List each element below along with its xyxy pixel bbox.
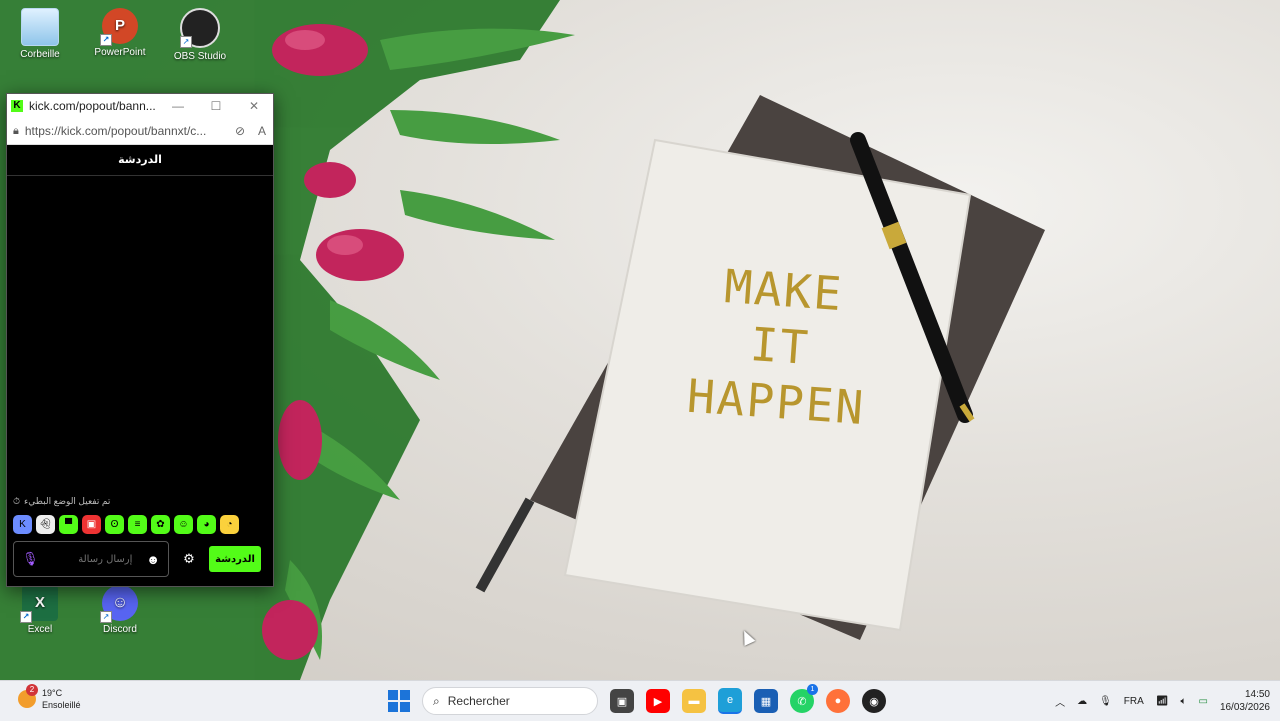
desktop-icon-excel[interactable]: X ↗ Excel [4, 585, 76, 635]
excel-icon: X ↗ [20, 585, 58, 623]
clock-time: 14:50 [1244, 689, 1270, 700]
desktop-icon-label: OBS Studio [173, 51, 227, 62]
smile-emote-icon[interactable]: ☺ [174, 515, 193, 534]
chat-input-bar: 🎙︎ ☻ ⚙ الدردشة [13, 540, 267, 578]
chat-messages-area[interactable] [7, 175, 273, 495]
taskbar-center: ⌕ Rechercher ▣ ▶ ▬ e ▦ ✆ 1 ● ◉ [388, 681, 886, 721]
ghost-emote-icon[interactable]: 👻︎ [36, 515, 55, 534]
obs-icon: ↗ [180, 8, 220, 48]
kick-emote-icon[interactable]: K [13, 515, 32, 534]
url-text[interactable]: https://kick.com/popout/bannxt/c... [25, 124, 229, 138]
whatsapp-icon[interactable]: ✆ 1 [790, 684, 818, 713]
powerpoint-icon: P ↗ [100, 8, 138, 46]
desktop-icon-label: Corbeille [20, 49, 60, 60]
windows-logo-icon [388, 690, 398, 700]
green-emote-icon[interactable]: ≡ [128, 515, 147, 534]
maximize-button[interactable]: ☐ [197, 99, 235, 113]
search-icon: ⌕ [433, 693, 440, 708]
microsoft-store-icon[interactable]: ▦ [754, 689, 778, 713]
shortcut-arrow-icon: ↗ [100, 611, 112, 623]
chat-header-title: الدردشة [7, 145, 273, 176]
message-input-container[interactable]: 🎙︎ ☻ [13, 541, 169, 577]
slow-mode-text: تم تفعيل الوضع البطيء [24, 496, 111, 506]
green-emote-icon[interactable]: ◕ [197, 515, 216, 534]
emote-bar: K 👻︎ ▀ ▣ ʘ ≡ ✿ ☺ ◕ ◔ [13, 515, 239, 534]
address-bar[interactable]: 🔒︎ https://kick.com/popout/bannxt/c... ⊘… [7, 118, 273, 145]
firefox-icon[interactable]: ● [826, 689, 850, 713]
windows-logo-icon [400, 690, 410, 700]
shortcut-arrow-icon: ↗ [100, 34, 112, 46]
volume-icon[interactable]: 🔈︎ [1180, 696, 1186, 707]
slow-mode-icon: ⏱ [13, 496, 21, 506]
clock[interactable]: 14:50 16/03/2026 [1220, 688, 1270, 714]
green-emote-icon[interactable]: ▀ [59, 515, 78, 534]
desktop-icon-label: Discord [103, 624, 137, 635]
task-view-icon[interactable]: ▣ [610, 689, 634, 713]
shortcut-arrow-icon: ↗ [180, 36, 192, 48]
clown-emote-icon[interactable]: ◔ [220, 515, 239, 534]
desktop-icon-powerpoint[interactable]: P ↗ PowerPoint [84, 8, 156, 58]
onedrive-icon[interactable]: ☁ [1077, 696, 1087, 707]
whatsapp-badge: 1 [807, 684, 818, 695]
chevron-up-icon[interactable]: ︿ [1055, 694, 1065, 709]
kick-logo-icon: K [11, 100, 23, 112]
window-title: kick.com/popout/bann... [29, 99, 156, 113]
lock-icon[interactable]: 🔒︎ [13, 125, 19, 138]
frog-emote-icon[interactable]: ✿ [151, 515, 170, 534]
start-button[interactable] [388, 690, 410, 712]
weather-temperature: 19°C [42, 688, 63, 698]
windows-logo-icon [388, 702, 398, 712]
read-aloud-icon[interactable]: A [251, 124, 273, 138]
wifi-icon[interactable]: 📶︎ [1156, 696, 1169, 707]
desktop-icon-label: Excel [27, 624, 53, 635]
notebook-text: MAKE IT HAPPEN [674, 255, 885, 437]
taskbar: 2 19°C Ensoleillé ⌕ Rechercher ▣ ▶ ▬ e ▦… [0, 680, 1280, 721]
file-explorer-icon[interactable]: ▬ [682, 689, 706, 713]
angry-emote-icon[interactable]: ▣ [82, 515, 101, 534]
window-titlebar[interactable]: K kick.com/popout/bann... — ☐ ✕ [7, 94, 273, 118]
message-input[interactable] [50, 552, 135, 566]
clock-date: 16/03/2026 [1219, 702, 1270, 713]
recycle-bin-icon [21, 8, 59, 46]
battery-icon[interactable]: ▭ [1198, 696, 1207, 707]
desktop-icon-discord[interactable]: ☺ ↗ Discord [84, 585, 156, 635]
weather-sun-icon: 2 [18, 684, 38, 708]
taskbar-search[interactable]: ⌕ Rechercher [422, 687, 598, 715]
desktop-icon-obs[interactable]: ↗ OBS Studio [164, 8, 236, 62]
microphone-tray-icon[interactable]: 🎙︎ [1099, 696, 1112, 707]
frog-emote-icon[interactable]: ʘ [105, 515, 124, 534]
chat-popup-window: K kick.com/popout/bann... — ☐ ✕ 🔒︎ https… [6, 93, 274, 587]
chat-send-button[interactable]: الدردشة [209, 546, 261, 572]
slow-mode-status: ⏱ تم تفعيل الوضع البطيء [13, 496, 110, 507]
system-tray: ︿ ☁ 🎙︎ FRA 📶︎ 🔈︎ ▭ 14:50 16/03/2026 [1055, 681, 1270, 721]
shortcut-arrow-icon: ↗ [20, 611, 32, 623]
youtube-icon[interactable]: ▶ [646, 689, 670, 713]
desktop-icon-recycle-bin[interactable]: Corbeille [4, 8, 76, 60]
weather-description: Ensoleillé [42, 700, 81, 710]
desktop-icon-label: PowerPoint [94, 47, 146, 58]
microphone-icon[interactable]: 🎙︎ [22, 551, 39, 567]
edge-browser-icon[interactable]: e [718, 688, 742, 714]
tracking-prevention-icon[interactable]: ⊘ [229, 124, 251, 138]
weather-badge: 2 [26, 684, 38, 696]
search-placeholder: Rechercher [447, 694, 510, 708]
emoji-icon[interactable]: ☻ [146, 552, 160, 567]
weather-widget[interactable]: 2 19°C Ensoleillé [18, 684, 81, 711]
windows-logo-icon [400, 702, 410, 712]
language-indicator[interactable]: FRA [1124, 696, 1144, 707]
settings-gear-icon[interactable]: ⚙ [175, 551, 203, 567]
obs-taskbar-icon[interactable]: ◉ [862, 689, 886, 713]
minimize-button[interactable]: — [159, 99, 197, 113]
discord-icon: ☺ ↗ [100, 585, 138, 623]
close-button[interactable]: ✕ [235, 99, 273, 113]
